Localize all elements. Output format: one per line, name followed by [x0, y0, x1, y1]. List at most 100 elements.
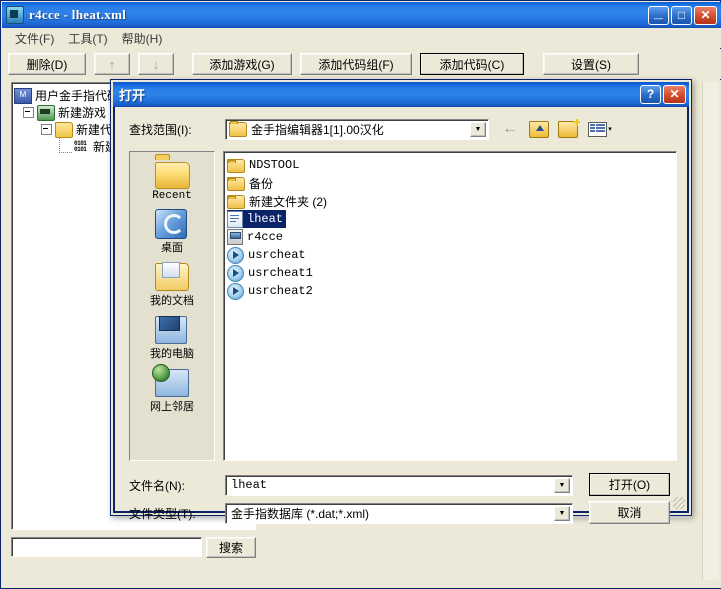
close-icon: ✕ — [669, 87, 680, 101]
file-name-label: 文件名(N): — [129, 478, 185, 493]
place-label: 网上邻居 — [150, 401, 194, 413]
file-list-item[interactable]: usrcheat2 — [227, 282, 316, 300]
views-button[interactable]: ▾ — [586, 119, 614, 139]
search-input[interactable] — [11, 537, 202, 557]
look-in-label: 查找范围(I): — [129, 122, 192, 137]
file-name: 新建文件夹 (2) — [249, 194, 328, 209]
search-button[interactable]: 搜索 — [206, 536, 256, 558]
folder-icon — [227, 159, 245, 173]
file-list-item[interactable]: usrcheat — [227, 246, 309, 264]
file-name-input[interactable]: lheat ▼ — [225, 474, 573, 496]
place-my-documents[interactable]: 我的文档 — [131, 260, 213, 308]
views-icon — [588, 121, 608, 137]
dialog-title: 打开 — [119, 88, 146, 103]
open-dialog: 打开 ? ✕ 查找范围(I): 金手指编辑器1[1].00汉化 ▼ ← ▾ Re… — [110, 79, 692, 524]
file-name: r4cce — [247, 230, 284, 244]
folder-icon — [227, 177, 245, 191]
place-desktop[interactable]: 桌面 — [131, 207, 213, 255]
file-list-item-selected[interactable]: lheat — [227, 210, 287, 228]
tree-node-label: 新建游戏 — [58, 106, 107, 120]
create-new-folder-button[interactable] — [557, 118, 580, 139]
main-vertical-scrollbar[interactable] — [702, 82, 719, 580]
folder-icon — [229, 120, 247, 137]
place-my-computer[interactable]: 我的电脑 — [131, 313, 213, 361]
move-down-button[interactable]: ↓ — [138, 53, 174, 75]
delete-button[interactable]: 删除(D) — [8, 53, 86, 75]
place-network[interactable]: 网上邻居 — [131, 366, 213, 414]
dialog-help-button[interactable]: ? — [640, 85, 661, 104]
chevron-down-icon[interactable]: ▼ — [554, 477, 570, 493]
file-name: NDSTOOL — [249, 158, 300, 172]
xml-file-icon — [227, 210, 243, 228]
look-in-combo[interactable]: 金手指编辑器1[1].00汉化 ▼ — [225, 118, 489, 140]
search-row: 搜索 — [11, 536, 256, 558]
chevron-down-icon[interactable]: ▼ — [554, 505, 570, 521]
file-list-item[interactable]: 备份 — [227, 174, 276, 192]
desktop-icon — [155, 207, 189, 239]
file-list[interactable]: NDSTOOL 备份 新建文件夹 (2) lheat r4cce usrchea… — [223, 151, 677, 461]
file-list-item[interactable]: 新建文件夹 (2) — [227, 192, 330, 210]
file-type-select[interactable]: 金手指数据库 (*.dat;*.xml) ▼ — [225, 502, 573, 524]
recent-icon — [155, 158, 190, 189]
place-recent[interactable]: Recent — [131, 158, 213, 202]
place-label: Recent — [152, 190, 192, 202]
my-documents-icon — [155, 260, 189, 291]
toolbar: 删除(D) ↑ ↓ 添加游戏(G) 添加代码组(F) 添加代码(C) 设置(S) — [2, 49, 721, 79]
file-name-value: lheat — [231, 478, 268, 492]
expander-icon[interactable] — [23, 107, 34, 118]
chevron-down-icon[interactable]: ▾ — [608, 125, 612, 133]
dat-file-icon — [227, 264, 244, 282]
maximize-button[interactable]: □ — [671, 5, 692, 25]
up-folder-icon — [529, 120, 549, 138]
dialog-body: 查找范围(I): 金手指编辑器1[1].00汉化 ▼ ← ▾ Recent 桌面… — [113, 107, 689, 524]
settings-button[interactable]: 设置(S) — [543, 53, 639, 75]
minimize-button[interactable]: _ — [648, 4, 669, 25]
back-button[interactable]: ← — [499, 119, 521, 139]
file-type-value: 金手指数据库 (*.dat;*.xml) — [231, 506, 370, 521]
resize-grip[interactable] — [673, 497, 685, 509]
move-up-button[interactable]: ↑ — [94, 53, 130, 75]
place-label: 桌面 — [161, 242, 183, 254]
dat-file-icon — [227, 246, 244, 264]
add-code-button[interactable]: 添加代码(C) — [420, 53, 524, 75]
main-title-bar[interactable]: r4cce - lheat.xml _ □ ✕ — [2, 2, 721, 28]
dialog-title-bar[interactable]: 打开 ? ✕ — [113, 82, 689, 107]
app-icon — [6, 6, 24, 24]
file-list-item[interactable]: usrcheat1 — [227, 264, 316, 282]
file-name: lheat — [247, 212, 284, 226]
dialog-nav-icons: ← ▾ — [499, 118, 614, 139]
my-computer-icon — [155, 313, 189, 344]
look-in-row: 查找范围(I): 金手指编辑器1[1].00汉化 ▼ ← ▾ — [129, 117, 677, 141]
new-folder-icon — [558, 118, 580, 138]
open-button[interactable]: 打开(O) — [589, 473, 670, 496]
up-one-level-button[interactable] — [528, 119, 550, 139]
menu-tools[interactable]: 工具(T) — [61, 29, 114, 48]
file-type-label: 文件类型(T): — [129, 506, 196, 521]
game-icon — [37, 104, 55, 121]
folder-icon — [55, 121, 73, 138]
maximize-icon: □ — [677, 7, 686, 22]
tree-connector — [59, 138, 72, 153]
add-code-group-button[interactable]: 添加代码组(F) — [300, 53, 412, 75]
file-list-item[interactable]: r4cce — [227, 228, 286, 246]
window-title: r4cce - lheat.xml — [29, 7, 127, 22]
dat-file-icon — [227, 282, 244, 300]
add-game-button[interactable]: 添加游戏(G) — [192, 53, 292, 75]
window-controls: _ □ ✕ — [646, 4, 717, 25]
file-list-item[interactable]: NDSTOOL — [227, 156, 302, 174]
file-name: usrcheat1 — [248, 266, 313, 280]
root-icon — [14, 87, 32, 104]
folder-icon — [227, 195, 245, 209]
chevron-down-icon[interactable]: ▼ — [470, 121, 486, 137]
cancel-button[interactable]: 取消 — [589, 501, 670, 524]
dialog-window-controls: ? ✕ — [638, 85, 686, 104]
close-button[interactable]: ✕ — [694, 5, 717, 25]
tree-node-label: 用户金手指代码 — [35, 89, 120, 103]
file-name: 备份 — [249, 176, 274, 191]
place-label: 我的文档 — [150, 295, 194, 307]
expander-icon[interactable] — [41, 124, 52, 135]
menu-file[interactable]: 文件(F) — [8, 29, 61, 48]
file-name: usrcheat2 — [248, 284, 313, 298]
menu-help[interactable]: 帮助(H) — [115, 29, 170, 48]
dialog-close-button[interactable]: ✕ — [663, 85, 686, 104]
